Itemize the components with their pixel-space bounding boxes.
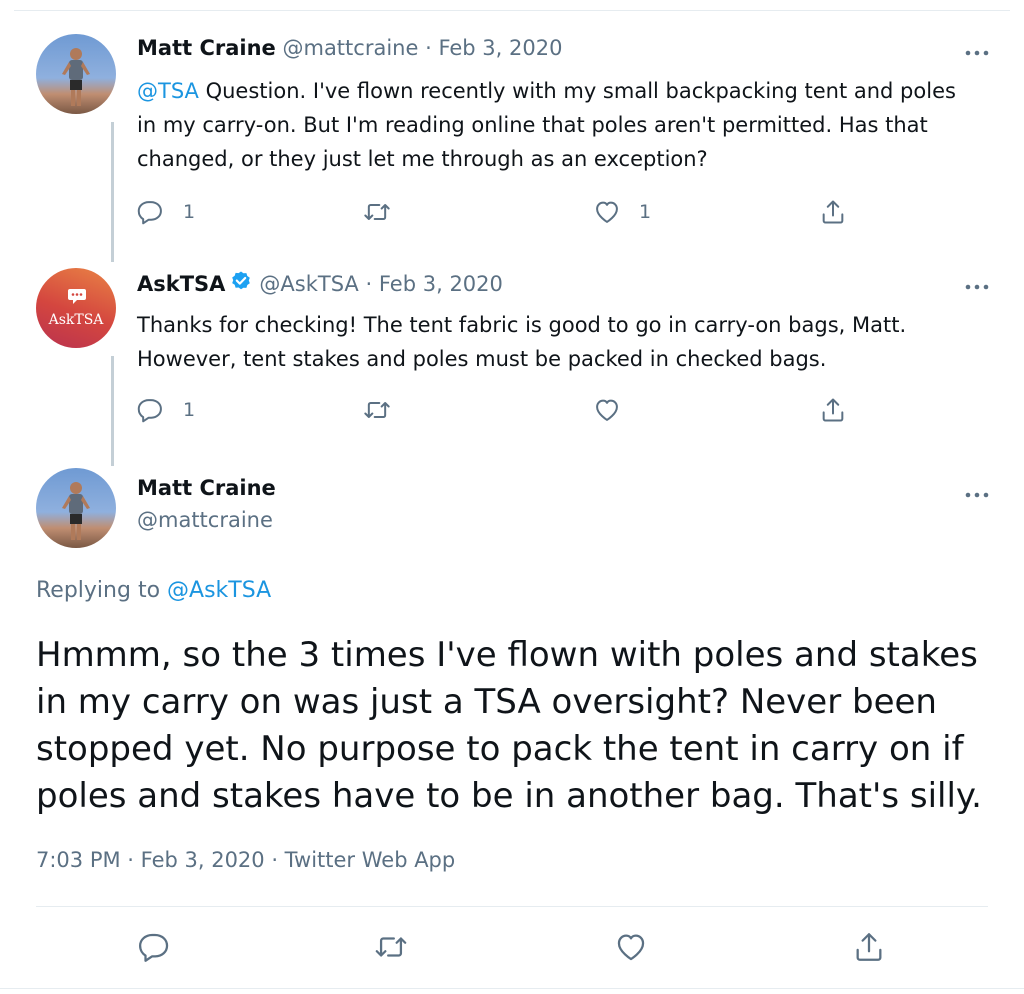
share-icon xyxy=(822,398,844,422)
tweet-2[interactable]: AskTSA AskTSA @AskTSA · Feb 3, 2020 Thank… xyxy=(36,268,990,466)
mention-link[interactable]: @TSA xyxy=(137,79,199,103)
avatar[interactable]: AskTSA xyxy=(36,268,116,348)
divider xyxy=(36,906,988,907)
tweet-header: Matt Craine @mattcraine · Feb 3, 2020 xyxy=(137,36,562,60)
top-border xyxy=(14,10,1010,11)
tweet-date[interactable]: Feb 3, 2020 xyxy=(438,36,562,60)
person-photo xyxy=(62,48,90,106)
more-icon[interactable] xyxy=(964,484,990,503)
reply-icon xyxy=(137,399,162,423)
share-button[interactable] xyxy=(819,396,847,424)
main-tweet-actions xyxy=(138,930,898,964)
avatar[interactable] xyxy=(36,34,116,114)
replying-prefix: Replying to xyxy=(36,578,168,603)
person-photo xyxy=(62,482,90,540)
author-name-block: Matt Craine @mattcraine xyxy=(137,476,276,532)
like-button[interactable] xyxy=(593,396,621,424)
retweet-icon xyxy=(364,204,390,220)
reply-count: 1 xyxy=(183,399,196,421)
tweet-1[interactable]: Matt Craine @mattcraine · Feb 3, 2020 @T… xyxy=(36,34,990,262)
author-name[interactable]: Matt Craine xyxy=(137,36,276,60)
author-handle[interactable]: @mattcraine xyxy=(282,36,418,60)
author-handle[interactable]: @mattcraine xyxy=(137,508,276,532)
separator: · xyxy=(365,272,373,296)
retweet-button[interactable] xyxy=(363,396,391,424)
author-handle[interactable]: @AskTSA xyxy=(259,272,358,296)
tweet-header: AskTSA @AskTSA · Feb 3, 2020 xyxy=(137,270,503,299)
main-tweet-text: Hmmm, so the 3 times I've flown with pol… xyxy=(36,635,982,816)
author-name[interactable]: Matt Craine xyxy=(137,476,276,500)
reply-icon xyxy=(138,933,169,962)
heart-icon xyxy=(617,934,645,961)
thread-line xyxy=(111,356,114,466)
retweet-icon xyxy=(375,937,407,957)
main-tweet-header: Matt Craine @mattcraine xyxy=(36,468,990,558)
avatar[interactable] xyxy=(36,468,116,548)
retweet-icon xyxy=(364,402,390,418)
replying-to: Replying to @AskTSA xyxy=(36,578,271,603)
separator: · xyxy=(425,36,432,60)
share-icon xyxy=(856,933,882,961)
tweet-text: @TSA Question. I've flown recently with … xyxy=(137,74,980,176)
like-count: 1 xyxy=(639,201,652,223)
heart-icon xyxy=(596,201,618,223)
tweet-body: Question. I've flown recently with my sm… xyxy=(137,79,956,171)
thread-line xyxy=(111,122,114,262)
retweet-button[interactable] xyxy=(363,198,391,226)
like-button[interactable] xyxy=(614,930,648,964)
tweet-text: Thanks for checking! The tent fabric is … xyxy=(137,313,907,371)
reply-button[interactable]: 1 xyxy=(137,396,195,424)
reply-icon xyxy=(137,201,162,225)
reply-button[interactable]: 1 xyxy=(137,198,195,226)
more-icon[interactable] xyxy=(964,42,990,61)
more-icon[interactable] xyxy=(964,276,990,295)
share-button[interactable] xyxy=(852,930,886,964)
tweet-date[interactable]: Feb 3, 2020 xyxy=(379,272,503,296)
replying-to-link[interactable]: @AskTSA xyxy=(167,578,271,603)
chat-bubble-icon xyxy=(68,289,86,304)
verified-badge-icon xyxy=(229,270,253,299)
share-icon xyxy=(822,200,844,224)
avatar-label: AskTSA xyxy=(48,312,104,328)
share-button[interactable] xyxy=(819,198,847,226)
reply-count: 1 xyxy=(183,201,196,223)
heart-icon xyxy=(596,399,618,421)
tweet-actions: 1 1 xyxy=(137,198,857,228)
like-button[interactable]: 1 xyxy=(593,198,651,226)
tweet-actions: 1 xyxy=(137,396,857,426)
reply-button[interactable] xyxy=(138,930,172,964)
author-name[interactable]: AskTSA xyxy=(137,272,225,296)
tweet-meta[interactable]: 7:03 PM · Feb 3, 2020 · Twitter Web App xyxy=(36,848,455,872)
bottom-border xyxy=(0,988,1024,989)
retweet-button[interactable] xyxy=(374,930,408,964)
